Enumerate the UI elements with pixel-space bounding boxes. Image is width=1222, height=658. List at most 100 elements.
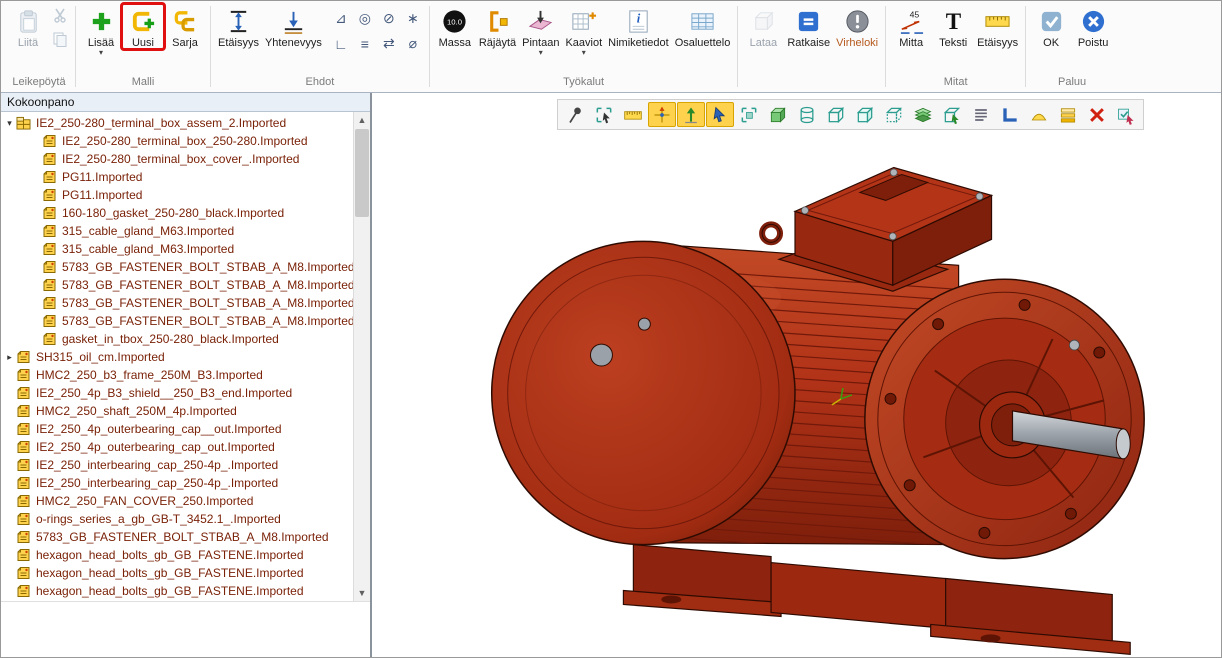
ribbon-toolbar: LiitäLeikepöytäLisää▾UusiSarjaMalliEtäis…: [1, 1, 1221, 93]
tree-expander-open-icon[interactable]: ▾: [3, 118, 16, 129]
cut-button[interactable]: [49, 8, 71, 27]
tree-item[interactable]: 5783_GB_FASTENER_BOLT_STBAB_A_M8.Importe…: [1, 258, 353, 276]
ribbon-button-label: Yhtenevyys: [265, 37, 322, 49]
box-wire-icon[interactable]: [822, 102, 850, 127]
part-icon: [42, 278, 59, 293]
tree-expander-closed-icon[interactable]: ▸: [3, 352, 16, 363]
constraint-angle-icon[interactable]: ⊿: [329, 6, 353, 31]
rajayta-button[interactable]: Räjäytä: [476, 4, 519, 49]
tree-item-label: HMC2_250_b3_frame_250M_B3.Imported: [36, 368, 263, 382]
massa-button[interactable]: 10.0Massa: [434, 4, 476, 49]
teksti-button[interactable]: TTeksti: [932, 4, 974, 49]
tree-item[interactable]: HMC2_250_FAN_COVER_250.Imported: [1, 492, 353, 510]
viewport-3d[interactable]: [372, 93, 1221, 658]
measure-ruler-icon[interactable]: [619, 102, 647, 127]
tree-item[interactable]: 5783_GB_FASTENER_BOLT_STBAB_A_M8.Importe…: [1, 312, 353, 330]
delete-x-icon[interactable]: [1083, 102, 1111, 127]
etaisyys-button[interactable]: Etäisyys: [215, 4, 262, 49]
select-object-icon[interactable]: [590, 102, 618, 127]
section-profile-icon[interactable]: [996, 102, 1024, 127]
tree-item[interactable]: HMC2_250_shaft_250M_4p.Imported: [1, 402, 353, 420]
ok-button[interactable]: OK: [1030, 4, 1072, 49]
tree-item[interactable]: 5783_GB_FASTENER_BOLT_STBAB_A_M8.Importe…: [1, 276, 353, 294]
pintaan-button[interactable]: Pintaan▾: [519, 4, 562, 57]
pick-face-icon[interactable]: [735, 102, 763, 127]
box-wire-3-icon[interactable]: [880, 102, 908, 127]
tree-item-label: PG11.Imported: [62, 170, 142, 184]
tree-item[interactable]: PG11.Imported: [1, 186, 353, 204]
tree-item[interactable]: IE2_250_interbearing_cap_250-4p_.Importe…: [1, 474, 353, 492]
tree-item[interactable]: HMC2_250_b3_frame_250M_B3.Imported: [1, 366, 353, 384]
scroll-up-arrow-icon[interactable]: ▲: [354, 112, 370, 128]
tree-scrollbar[interactable]: ▲ ▼: [353, 112, 370, 601]
box-wire-2-icon[interactable]: [851, 102, 879, 127]
etaisyys-button[interactable]: Etäisyys: [974, 4, 1021, 49]
cylinder-wire-icon[interactable]: [793, 102, 821, 127]
tree-item[interactable]: IE2_250-280_terminal_box_250-280.Importe…: [1, 132, 353, 150]
tree-item[interactable]: ▾IE2_250-280_terminal_box_assem_2.Import…: [1, 114, 353, 132]
select-cursor-icon[interactable]: [706, 102, 734, 127]
cube-pick-icon[interactable]: [938, 102, 966, 127]
ribbon-button-label: Ratkaise: [787, 37, 830, 49]
lisaa-button[interactable]: Lisää▾: [80, 4, 122, 57]
part-icon: [42, 224, 59, 239]
axis-snap-icon[interactable]: [648, 102, 676, 127]
virheloki-button[interactable]: Virheloki: [833, 4, 881, 49]
tree-item[interactable]: hexagon_head_bolts_gb_GB_FASTENE.Importe…: [1, 582, 353, 600]
part-icon: [16, 530, 33, 545]
tree-item[interactable]: hexagon_head_bolts_gb_GB_FASTENE.Importe…: [1, 546, 353, 564]
list-view-icon[interactable]: [967, 102, 995, 127]
tree-item[interactable]: 5783_GB_FASTENER_BOLT_STBAB_A_M8.Importe…: [1, 294, 353, 312]
tree-item-label: HMC2_250_FAN_COVER_250.Imported: [36, 494, 253, 508]
tree-item-label: 315_cable_gland_M63.Imported: [62, 224, 234, 238]
tree-item[interactable]: IE2_250-280_terminal_box_cover_.Imported: [1, 150, 353, 168]
part-icon: [16, 440, 33, 455]
yhtenevyys-button[interactable]: Yhtenevyys: [262, 4, 325, 49]
ribbon-button-label: OK: [1043, 37, 1059, 49]
shell-stack-icon[interactable]: [909, 102, 937, 127]
uusi-button[interactable]: Uusi: [122, 4, 164, 49]
cube-solid-icon[interactable]: [764, 102, 792, 127]
constraint-concentric-icon[interactable]: ◎: [353, 6, 377, 31]
kaaviot-button[interactable]: Kaaviot▾: [562, 4, 605, 57]
ratkaise-button[interactable]: Ratkaise: [784, 4, 833, 49]
tree-item[interactable]: o-rings_series_a_gb_GB-T_3452.1_.Importe…: [1, 510, 353, 528]
part-icon: [16, 368, 33, 383]
constraint-symmetry-icon[interactable]: ∗: [401, 6, 425, 31]
copy-button[interactable]: [49, 32, 71, 51]
tree-item[interactable]: IE2_250_4p_outerbearing_cap_out.Imported: [1, 438, 353, 456]
tree-item[interactable]: ▸SH315_oil_cm.Imported: [1, 348, 353, 366]
osaluettelo-button[interactable]: Osaluettelo: [672, 4, 734, 49]
tree-item[interactable]: 160-180_gasket_250-280_black.Imported: [1, 204, 353, 222]
nimiketiedot-button[interactable]: iNimiketiedot: [605, 4, 672, 49]
constraint-tangent-icon[interactable]: ⊘: [377, 6, 401, 31]
part-icon: [42, 296, 59, 311]
part-icon: [16, 566, 33, 581]
mitta-button[interactable]: 45Mitta: [890, 4, 932, 49]
tree-item[interactable]: 315_cable_gland_M63.Imported: [1, 222, 353, 240]
layer-stack-icon[interactable]: [1054, 102, 1082, 127]
pin-icon[interactable]: [561, 102, 589, 127]
poistu-button[interactable]: Poistu: [1072, 4, 1114, 49]
move-vertical-icon[interactable]: [677, 102, 705, 127]
surface-arc-icon[interactable]: [1025, 102, 1053, 127]
lataa-button[interactable]: Lataa: [742, 4, 784, 49]
motor-3d-model[interactable]: [372, 93, 1221, 658]
tree-item[interactable]: 5783_GB_FASTENER_BOLT_STBAB_A_M8.Importe…: [1, 528, 353, 546]
sarja-button[interactable]: Sarja: [164, 4, 206, 49]
apply-box-icon[interactable]: [1112, 102, 1140, 127]
scrollbar-thumb[interactable]: [355, 129, 369, 217]
constraint-swap-icon[interactable]: ⇄: [377, 31, 401, 56]
tree-item[interactable]: IE2_250_4p_outerbearing_cap__out.Importe…: [1, 420, 353, 438]
tree-item[interactable]: IE2_250_interbearing_cap_250-4p_.Importe…: [1, 456, 353, 474]
constraint-coincident-icon[interactable]: ≡: [353, 31, 377, 56]
constraint-perpendicular-icon[interactable]: ∟: [329, 31, 353, 56]
tree-item[interactable]: hexagon_head_bolts_gb_GB_FASTENE.Importe…: [1, 564, 353, 582]
tree-item[interactable]: PG11.Imported: [1, 168, 353, 186]
constraint-diameter-icon[interactable]: ⌀: [401, 31, 425, 56]
tree-item[interactable]: gasket_in_tbox_250-280_black.Imported: [1, 330, 353, 348]
liita-button[interactable]: Liitä: [7, 4, 49, 49]
tree-item[interactable]: IE2_250_4p_B3_shield__250_B3_end.Importe…: [1, 384, 353, 402]
scroll-down-arrow-icon[interactable]: ▼: [354, 585, 370, 601]
tree-item[interactable]: 315_cable_gland_M63.Imported: [1, 240, 353, 258]
